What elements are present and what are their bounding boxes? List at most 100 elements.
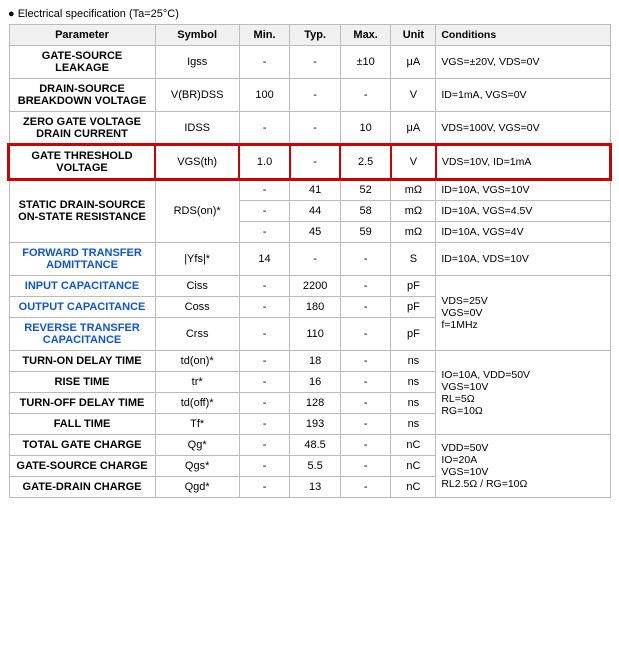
table-cell: 59 [340, 222, 391, 243]
param-cell: DRAIN-SOURCE BREAKDOWN VOLTAGE [9, 79, 155, 112]
table-cell: mΩ [391, 222, 436, 243]
header-max: Max. [340, 25, 391, 46]
table-cell: mΩ [391, 201, 436, 222]
conditions-cell: ID=10A, VGS=4V [436, 222, 610, 243]
symbol-cell: tr* [155, 372, 239, 393]
table-cell: - [340, 393, 391, 414]
param-cell: TURN-OFF DELAY TIME [9, 393, 155, 414]
symbol-cell: |Yfs|* [155, 243, 239, 276]
table-cell: - [239, 372, 290, 393]
symbol-cell: td(off)* [155, 393, 239, 414]
table-cell: - [340, 414, 391, 435]
table-cell: - [290, 112, 341, 146]
table-cell: - [340, 243, 391, 276]
table-cell: - [239, 456, 290, 477]
table-cell: - [340, 318, 391, 351]
symbol-cell: Igss [155, 46, 239, 79]
table-cell: 44 [290, 201, 341, 222]
table-cell: ns [391, 372, 436, 393]
table-cell: pF [391, 276, 436, 297]
table-cell: nC [391, 477, 436, 498]
symbol-cell: Qgs* [155, 456, 239, 477]
table-cell: - [239, 351, 290, 372]
table-cell: pF [391, 318, 436, 351]
table-cell: 16 [290, 372, 341, 393]
table-cell: pF [391, 297, 436, 318]
table-cell: 2200 [290, 276, 341, 297]
table-cell: - [239, 46, 290, 79]
param-cell: GATE-SOURCE CHARGE [9, 456, 155, 477]
table-cell: ns [391, 414, 436, 435]
table-cell: - [239, 435, 290, 456]
table-cell: 180 [290, 297, 341, 318]
table-cell: 14 [239, 243, 290, 276]
symbol-cell: Qg* [155, 435, 239, 456]
section-title: ● Electrical specification (Ta=25°C) [8, 8, 611, 20]
param-cell: TOTAL GATE CHARGE [9, 435, 155, 456]
param-cell: ZERO GATE VOLTAGE DRAIN CURRENT [9, 112, 155, 146]
table-cell: 41 [290, 179, 341, 201]
table-cell: 58 [340, 201, 391, 222]
table-cell: - [239, 318, 290, 351]
header-conditions: Conditions [436, 25, 610, 46]
symbol-cell: V(BR)DSS [155, 79, 239, 112]
header-parameter: Parameter [9, 25, 155, 46]
table-cell: 52 [340, 179, 391, 201]
param-cell: GATE-SOURCE LEAKAGE [9, 46, 155, 79]
table-cell: - [340, 351, 391, 372]
table-cell: - [239, 179, 290, 201]
table-cell: - [340, 297, 391, 318]
table-cell: 1.0 [239, 145, 290, 179]
table-cell: 2.5 [340, 145, 391, 179]
table-row: DRAIN-SOURCE BREAKDOWN VOLTAGEV(BR)DSS10… [9, 79, 610, 112]
table-cell: - [239, 222, 290, 243]
table-cell: 18 [290, 351, 341, 372]
table-cell: S [391, 243, 436, 276]
table-cell: ns [391, 351, 436, 372]
table-cell: 13 [290, 477, 341, 498]
table-cell: - [340, 435, 391, 456]
table-cell: - [340, 456, 391, 477]
table-cell: - [239, 201, 290, 222]
table-row-highlighted: GATE THRESHOLD VOLTAGEVGS(th)1.0-2.5VVDS… [9, 145, 610, 179]
symbol-cell: Crss [155, 318, 239, 351]
table-row: TURN-ON DELAY TIMEtd(on)*-18-nsIO=10A, V… [9, 351, 610, 372]
conditions-cell: VDS=100V, VGS=0V [436, 112, 610, 146]
param-cell: RISE TIME [9, 372, 155, 393]
spec-table: Parameter Symbol Min. Typ. Max. Unit Con… [8, 24, 611, 498]
table-cell: 128 [290, 393, 341, 414]
conditions-cell: VDS=10V, ID=1mA [436, 145, 610, 179]
table-cell: - [239, 477, 290, 498]
table-cell: V [391, 79, 436, 112]
table-cell: 5.5 [290, 456, 341, 477]
table-cell: - [290, 243, 341, 276]
table-cell: - [239, 276, 290, 297]
table-cell: - [340, 276, 391, 297]
symbol-cell: Tf* [155, 414, 239, 435]
table-row: TOTAL GATE CHARGEQg*-48.5-nCVDD=50VIO=20… [9, 435, 610, 456]
symbol-cell: Coss [155, 297, 239, 318]
symbol-cell: RDS(on)* [155, 179, 239, 243]
conditions-cell: ID=10A, VGS=4.5V [436, 201, 610, 222]
table-cell: nC [391, 456, 436, 477]
conditions-cell: ID=1mA, VGS=0V [436, 79, 610, 112]
param-cell: GATE THRESHOLD VOLTAGE [9, 145, 155, 179]
table-cell: V [391, 145, 436, 179]
table-cell: - [340, 79, 391, 112]
param-cell: GATE-DRAIN CHARGE [9, 477, 155, 498]
table-cell: - [239, 393, 290, 414]
header-min: Min. [239, 25, 290, 46]
table-cell: 100 [239, 79, 290, 112]
table-header-row: Parameter Symbol Min. Typ. Max. Unit Con… [9, 25, 610, 46]
table-cell: 193 [290, 414, 341, 435]
param-cell: INPUT CAPACITANCE [9, 276, 155, 297]
table-cell: 48.5 [290, 435, 341, 456]
param-cell: FALL TIME [9, 414, 155, 435]
table-cell: - [290, 46, 341, 79]
table-cell: 10 [340, 112, 391, 146]
table-cell: 110 [290, 318, 341, 351]
table-cell: - [290, 145, 341, 179]
table-cell: ±10 [340, 46, 391, 79]
symbol-cell: Qgd* [155, 477, 239, 498]
table-cell: - [340, 477, 391, 498]
